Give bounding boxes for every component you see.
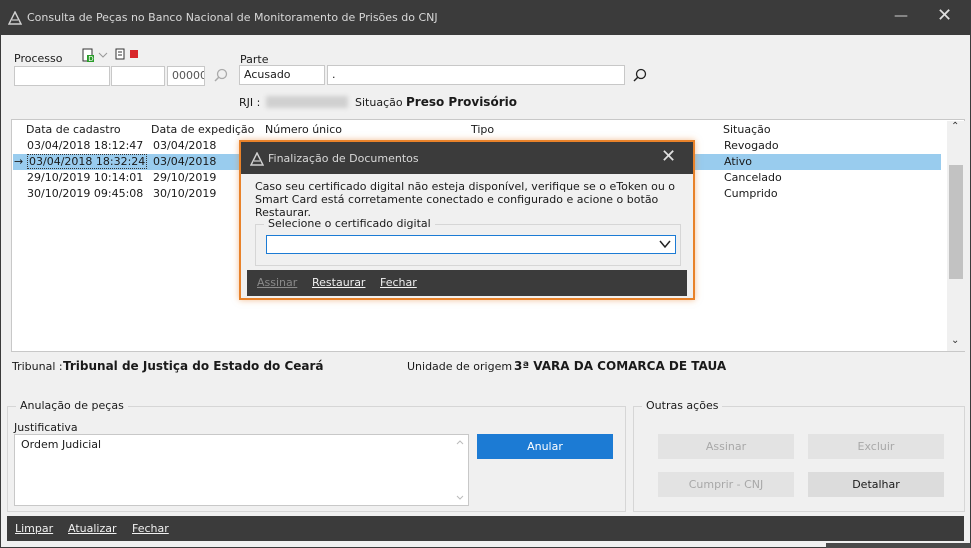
scrollbar-thumb[interactable] (949, 165, 963, 279)
finalizacao-dialog: Finalização de Documentos ✕ Caso seu cer… (239, 140, 695, 300)
col-data-expedicao[interactable]: Data de expedição (151, 123, 254, 136)
detalhar-button[interactable]: Detalhar (808, 472, 944, 497)
scroll-up-icon[interactable]: ⌃ (951, 121, 959, 132)
situacao-value: Preso Provisório (406, 95, 517, 109)
processo-number-field[interactable]: 00000 (167, 66, 205, 86)
cell-expedicao: 03/04/2018 (153, 139, 217, 152)
main-window: Consulta de Peças no Banco Nacional de M… (0, 0, 971, 548)
minimize-button[interactable]: — (894, 8, 910, 26)
table-scrollbar[interactable]: ⌃ ⌄ (947, 121, 965, 351)
rji-label: RJI : (239, 96, 261, 109)
new-document-icon[interactable]: D (80, 47, 96, 63)
certificado-group-label: Selecione o certificado digital (264, 217, 435, 230)
limpar-button[interactable]: Limpar (15, 522, 53, 535)
anular-button[interactable]: Anular (477, 434, 613, 459)
stop-icon[interactable] (130, 50, 138, 58)
scroll-down-icon[interactable]: ⌄ (951, 335, 959, 346)
svg-text:D: D (88, 55, 93, 63)
certificado-select[interactable] (266, 235, 676, 254)
parte-type-field[interactable]: Acusado (239, 65, 325, 85)
parte-search-icon[interactable] (632, 67, 648, 83)
cell-cadastro: 03/04/2018 18:12:47 (27, 139, 144, 152)
cumprir-cnj-button[interactable]: Cumprir - CNJ (658, 472, 794, 497)
title-bar: Consulta de Peças no Banco Nacional de M… (1, 1, 970, 35)
unidade-value: 3ª VARA DA COMARCA DE TAUA (514, 359, 727, 373)
processo-part2-field[interactable] (111, 66, 165, 86)
cell-situacao: Cumprido (724, 187, 778, 200)
dialog-title: Finalização de Documentos (268, 152, 419, 165)
row-marker: → (14, 155, 24, 168)
dialog-close-icon[interactable]: ✕ (661, 146, 676, 167)
chevron-down-icon[interactable] (658, 237, 672, 251)
cell-expedicao: 03/04/2018 (153, 155, 217, 168)
cell-situacao: Revogado (724, 139, 779, 152)
atualizar-button[interactable]: Atualizar (68, 522, 117, 535)
col-situacao[interactable]: Situação (723, 123, 771, 136)
dialog-restaurar-button[interactable]: Restaurar (312, 276, 365, 289)
dialog-footer-toolbar: Assinar Restaurar Fechar (247, 270, 687, 296)
tribunal-value: Tribunal de Justiça do Estado do Ceará (63, 359, 324, 373)
unidade-label: Unidade de origem : (407, 360, 520, 373)
footer-toolbar: Limpar Atualizar Fechar (7, 516, 964, 541)
parte-name-field[interactable]: . (327, 65, 625, 85)
cell-cadastro: 30/10/2019 09:45:08 (27, 187, 144, 200)
col-tipo[interactable]: Tipo (471, 123, 494, 136)
cell-cadastro: 29/10/2019 10:14:01 (27, 171, 144, 184)
window-title: Consulta de Peças no Banco Nacional de M… (27, 11, 438, 24)
processo-label: Processo (14, 52, 63, 65)
background-window-edge (826, 543, 971, 548)
dialog-message: Caso seu certificado digital não esteja … (255, 180, 676, 219)
certificado-group: Selecione o certificado digital (255, 217, 681, 266)
cell-expedicao: 30/10/2019 (153, 187, 217, 200)
cell-cadastro: 03/04/2018 18:32:24 (27, 154, 148, 169)
close-button[interactable]: ✕ (937, 7, 955, 27)
fechar-button[interactable]: Fechar (132, 522, 169, 535)
document-view-icon[interactable] (115, 48, 127, 60)
dialog-fechar-button[interactable]: Fechar (380, 276, 417, 289)
dialog-title-bar: Finalização de Documentos ✕ (241, 142, 693, 174)
excluir-button[interactable]: Excluir (808, 434, 944, 459)
processo-part1-field[interactable] (14, 66, 110, 86)
col-data-cadastro[interactable]: Data de cadastro (26, 123, 121, 136)
anulacao-section-label: Anulação de peças (16, 399, 128, 412)
app-logo-icon (8, 11, 22, 25)
justificativa-label: Justificativa (14, 421, 78, 434)
assinar-button[interactable]: Assinar (658, 434, 794, 459)
cell-situacao: Cancelado (724, 171, 782, 184)
justificativa-textarea[interactable]: Ordem Judicial (14, 434, 469, 506)
tribunal-label: Tribunal : (12, 360, 63, 373)
outras-acoes-label: Outras ações (642, 399, 723, 412)
cell-expedicao: 29/10/2019 (153, 171, 217, 184)
rji-value-redacted (266, 96, 348, 108)
search-icon[interactable] (213, 67, 229, 83)
dialog-assinar-button[interactable]: Assinar (257, 276, 297, 289)
situacao-label: Situação : (355, 96, 410, 109)
cell-situacao: Ativo (724, 155, 752, 168)
app-logo-icon (250, 152, 264, 166)
col-numero-unico[interactable]: Número único (265, 123, 342, 136)
chevron-down-icon[interactable] (98, 51, 108, 59)
textarea-scrollbar[interactable] (452, 435, 468, 505)
justificativa-value: Ordem Judicial (21, 438, 102, 451)
